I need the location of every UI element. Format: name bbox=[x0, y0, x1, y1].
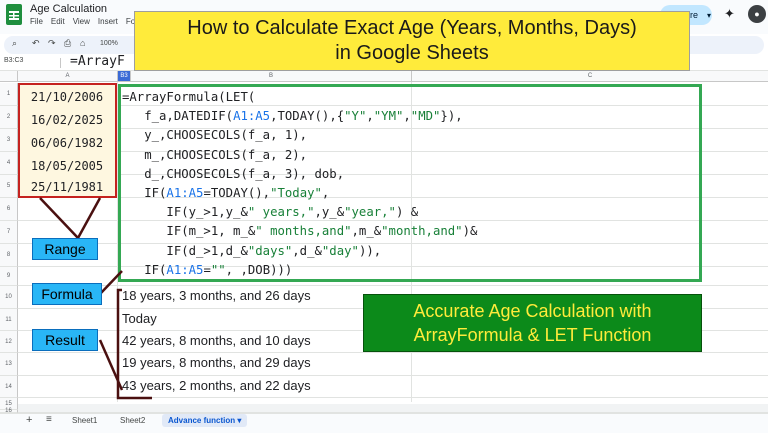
subtitle-line-1: Accurate Age Calculation with bbox=[413, 301, 652, 321]
sheet-tab-2[interactable]: Sheet2 bbox=[120, 416, 145, 425]
title-banner: How to Calculate Exact Age (Years, Month… bbox=[134, 11, 690, 71]
all-sheets-icon[interactable]: ≡ bbox=[46, 414, 52, 425]
sheet-tab-1[interactable]: Sheet1 bbox=[72, 416, 97, 425]
formula-callout: Formula bbox=[32, 283, 102, 305]
range-callout: Range bbox=[32, 238, 98, 260]
subtitle-banner: Accurate Age Calculation with ArrayFormu… bbox=[363, 294, 702, 352]
horizontal-scrollbar[interactable] bbox=[18, 404, 768, 412]
add-sheet-icon[interactable]: + bbox=[26, 414, 32, 426]
range-callout-label: Range bbox=[44, 241, 86, 257]
result-callout: Result bbox=[32, 329, 98, 351]
subtitle-line-2: ArrayFormula & LET Function bbox=[413, 325, 652, 345]
title-line-2: in Google Sheets bbox=[335, 42, 489, 64]
sheet-tab-bar bbox=[0, 413, 768, 433]
title-line-1: How to Calculate Exact Age (Years, Month… bbox=[187, 17, 637, 39]
sheet-tab-active-label: Advance function bbox=[168, 416, 236, 425]
result-callout-label: Result bbox=[45, 332, 85, 348]
sheet-tab-active[interactable]: Advance function ▾ bbox=[162, 414, 248, 427]
formula-callout-label: Formula bbox=[41, 286, 93, 302]
